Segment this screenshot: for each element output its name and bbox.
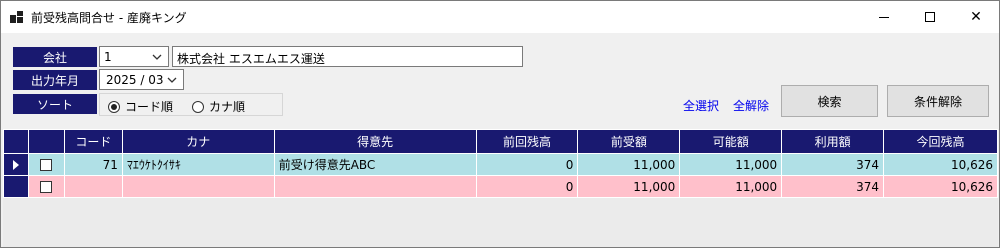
radio-unselected-icon[interactable] [192,100,204,113]
row-header[interactable] [3,153,29,176]
maximize-icon [925,12,935,22]
sort-label: ソート [13,94,97,114]
table-row-total[interactable]: 0 11,000 11,000 374 10,626 [3,175,998,198]
cell-kana[interactable]: ﾏｴｳｹﾄｸｲｻｷ [121,153,275,176]
cell-used[interactable]: 374 [781,175,885,198]
cell-prev-balance[interactable]: 0 [475,175,579,198]
sort-option-code[interactable]: コード順 [108,98,173,115]
chevron-down-icon[interactable] [165,73,179,87]
cell-current-balance[interactable]: 10,626 [883,175,998,198]
minimize-button[interactable] [861,1,907,33]
company-name-field[interactable]: 株式会社 エスエムエス運送 [172,46,523,67]
cell-used[interactable]: 374 [781,153,885,176]
company-name-value: 株式会社 エスエムエス運送 [177,52,325,66]
sort-radio-group: コード順 カナ順 [99,93,283,116]
col-header-select[interactable] [27,129,65,154]
company-code-combo[interactable]: 1 [99,46,169,67]
cell-kana[interactable] [121,175,275,198]
minimize-icon [879,16,889,18]
table-row[interactable]: 71 ﾏｴｳｹﾄｸｲｻｷ 前受け得意先ABC 0 11,000 11,000 3… [3,153,998,176]
data-grid: コード カナ 得意先 前回残高 前受額 可能額 利用額 今回残高 71 ﾏｴｳｹ… [3,129,998,247]
radio-selected-icon[interactable] [108,100,120,113]
deselect-all-link[interactable]: 全解除 [733,97,769,114]
app-window: 前受残高問合せ - 産廃キング ✕ 会社 1 株式会社 エスエムエス運送 出力年… [0,0,1000,248]
sort-option-kana[interactable]: カナ順 [192,98,245,115]
cell-available[interactable]: 11,000 [679,175,783,198]
col-header-available[interactable]: 可能額 [679,129,783,154]
row-checkbox[interactable] [40,158,53,171]
col-header-used[interactable]: 利用額 [781,129,885,154]
cell-code[interactable] [63,175,123,198]
row-checkbox-cell[interactable] [27,175,65,198]
row-checkbox-cell[interactable] [27,153,65,176]
company-code-value: 1 [104,50,112,64]
cell-available[interactable]: 11,000 [679,153,783,176]
period-label: 出力年月 [13,70,97,90]
row-checkbox[interactable] [40,180,53,193]
cell-customer[interactable]: 前受け得意先ABC [273,153,477,176]
window-title: 前受残高問合せ - 産廃キング [31,11,187,25]
row-header[interactable] [3,175,29,198]
close-icon: ✕ [970,9,982,25]
app-icon [10,11,24,23]
clear-conditions-button[interactable]: 条件解除 [887,85,989,117]
cell-prev-balance[interactable]: 0 [475,153,579,176]
grid-header-row: コード カナ 得意先 前回残高 前受額 可能額 利用額 今回残高 [3,129,998,154]
cell-customer[interactable] [273,175,477,198]
col-header-code[interactable]: コード [63,129,123,154]
data-table: コード カナ 得意先 前回残高 前受額 可能額 利用額 今回残高 71 ﾏｴｳｹ… [3,129,998,198]
sort-option-code-label: コード順 [125,100,174,114]
company-label: 会社 [13,47,97,67]
period-picker[interactable]: 2025 / 03 [99,69,184,90]
col-header-advance[interactable]: 前受額 [577,129,681,154]
sort-option-kana-label: カナ順 [209,100,246,114]
current-row-arrow-icon [12,159,19,170]
cell-advance[interactable]: 11,000 [577,175,681,198]
cell-advance[interactable]: 11,000 [577,153,681,176]
search-button[interactable]: 検索 [781,85,878,117]
col-header-customer[interactable]: 得意先 [273,129,477,154]
period-value: 2025 / 03 [106,73,164,87]
select-all-link[interactable]: 全選択 [683,97,719,114]
cell-code[interactable]: 71 [63,153,123,176]
title-bar[interactable]: 前受残高問合せ - 産廃キング ✕ [1,1,999,33]
grid-corner[interactable] [3,129,29,154]
col-header-prev-balance[interactable]: 前回残高 [475,129,579,154]
maximize-button[interactable] [907,1,953,33]
col-header-current-balance[interactable]: 今回残高 [883,129,998,154]
col-header-kana[interactable]: カナ [121,129,275,154]
close-button[interactable]: ✕ [953,1,999,33]
cell-current-balance[interactable]: 10,626 [883,153,998,176]
chevron-down-icon[interactable] [150,50,164,64]
